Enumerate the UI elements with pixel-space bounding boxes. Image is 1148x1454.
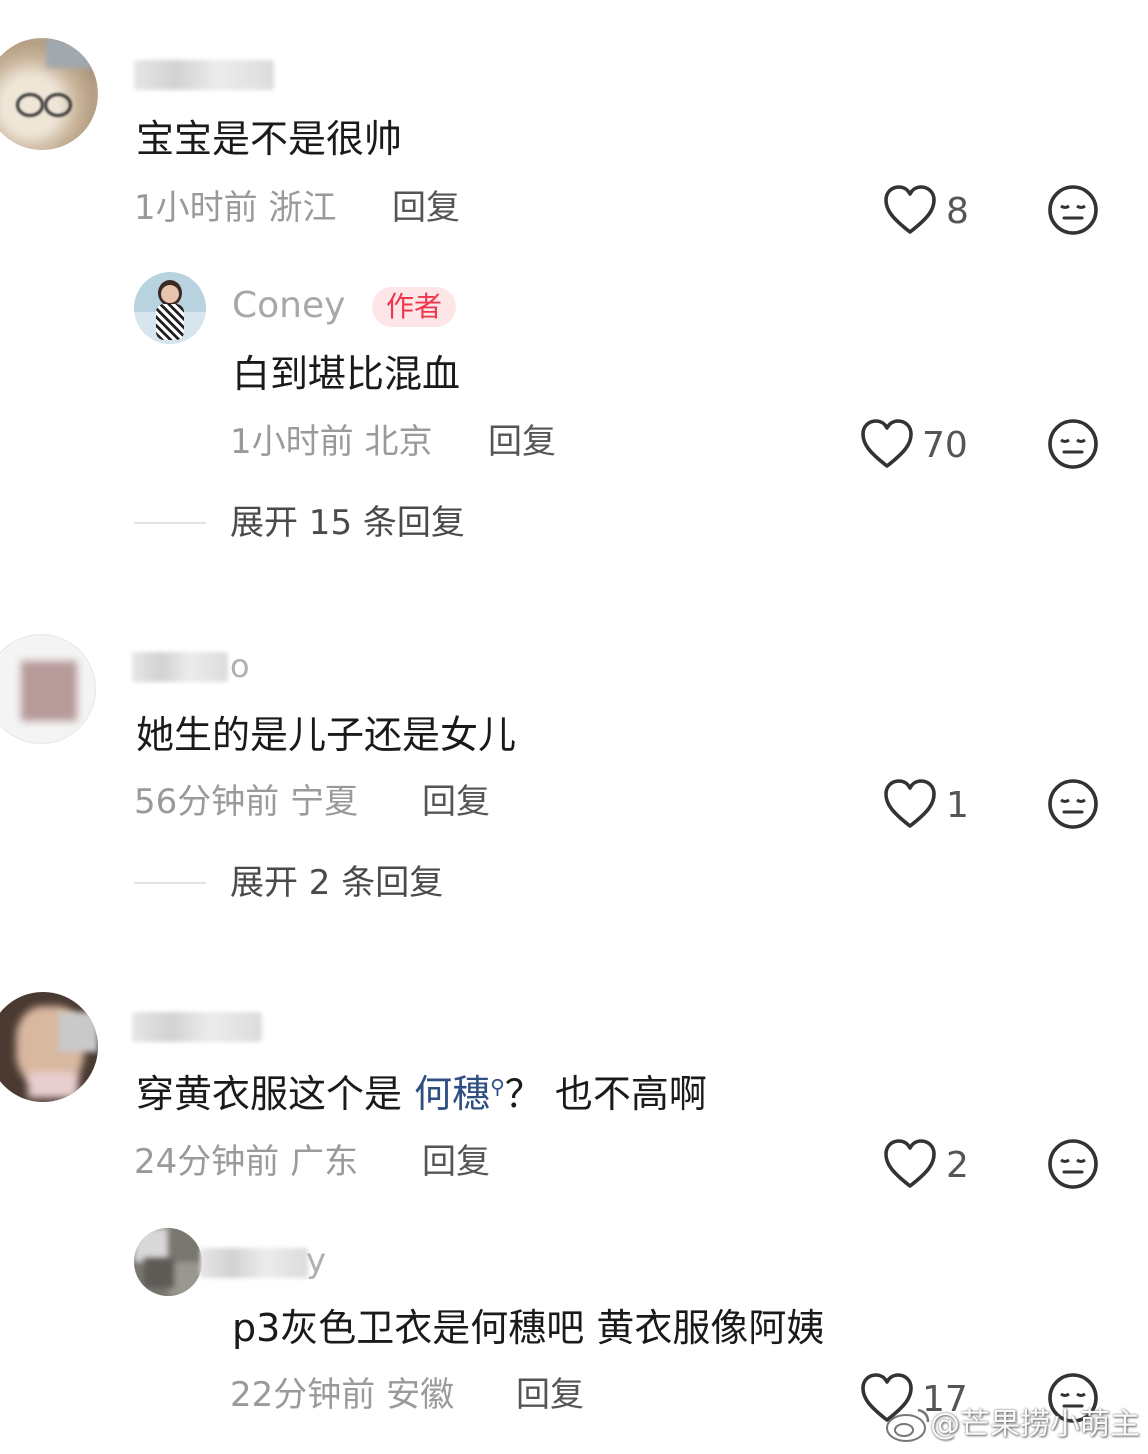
username-suffix: o [230, 647, 250, 685]
comment-text: 她生的是儿子还是女儿 [136, 713, 517, 757]
author-badge: 作者 [372, 287, 457, 327]
reply-text: p3灰色卫衣是何穗吧 黄衣服像阿姨 [232, 1306, 825, 1350]
comment-text: 穿黄衣服这个是 何穗⚲？ 也不高啊 [136, 1075, 707, 1113]
author-name[interactable]: Coney [232, 288, 345, 324]
heart-icon[interactable] [882, 778, 938, 830]
like-count: 8 [946, 191, 969, 232]
comment-time: 1小时前 浙江 [134, 191, 336, 225]
expand-replies-button[interactable]: 展开 2 条回复 [230, 866, 443, 900]
location-text: 宁夏 [290, 782, 359, 822]
location-text: 广东 [290, 1142, 359, 1182]
divider [134, 882, 206, 884]
location-text: 浙江 [268, 188, 337, 228]
like-count: 2 [946, 1145, 969, 1186]
username-blurred[interactable] [132, 1012, 262, 1042]
location-text: 北京 [364, 422, 433, 462]
avatar[interactable] [134, 1228, 202, 1296]
avatar[interactable] [0, 634, 96, 744]
reply-button[interactable]: 回复 [422, 785, 490, 819]
time-text: 24分钟前 [134, 1142, 280, 1182]
username-suffix: y [306, 1241, 327, 1281]
heart-icon[interactable] [882, 1138, 938, 1190]
reply-text: 白到堪比混血 [232, 352, 461, 396]
avatar[interactable] [0, 38, 98, 150]
heart-icon[interactable] [882, 184, 938, 236]
dislike-face-icon[interactable] [1047, 418, 1099, 470]
dislike-face-icon[interactable] [1047, 184, 1099, 236]
heart-icon[interactable] [859, 418, 915, 470]
username-blurred[interactable] [134, 60, 274, 90]
username-blurred[interactable] [132, 652, 228, 682]
time-text: 1小时前 [134, 188, 258, 228]
weibo-logo-icon [886, 1408, 930, 1442]
dislike-face-icon[interactable] [1047, 778, 1099, 830]
text-part: 穿黄衣服这个是 [136, 1072, 415, 1116]
comment-time: 24分钟前 广东 [134, 1145, 358, 1179]
comment-text: 宝宝是不是很帅 [136, 117, 403, 161]
comment-time: 56分钟前 宁夏 [134, 785, 358, 819]
location-text: 安徽 [386, 1375, 455, 1415]
reply-time: 22分钟前 安徽 [230, 1378, 454, 1412]
like-count: 70 [922, 425, 968, 466]
time-text: 56分钟前 [134, 782, 280, 822]
author-avatar[interactable] [134, 272, 206, 344]
reply-button[interactable]: 回复 [488, 425, 556, 459]
reply-button[interactable]: 回复 [392, 191, 460, 225]
divider [134, 522, 206, 524]
dislike-face-icon[interactable] [1047, 1138, 1099, 1190]
reply-button[interactable]: 回复 [422, 1145, 490, 1179]
search-link[interactable]: 何穗 [414, 1072, 490, 1116]
like-count: 1 [946, 785, 969, 826]
reply-button[interactable]: 回复 [516, 1378, 584, 1412]
avatar[interactable] [0, 992, 98, 1102]
username-blurred[interactable] [200, 1248, 308, 1278]
search-icon[interactable]: ⚲ [490, 1074, 505, 1098]
text-part: ？ 也不高啊 [504, 1072, 707, 1116]
time-text: 22分钟前 [230, 1375, 376, 1415]
expand-replies-button[interactable]: 展开 15 条回复 [230, 506, 465, 540]
reply-time: 1小时前 北京 [230, 425, 432, 459]
time-text: 1小时前 [230, 422, 354, 462]
watermark: @芒果捞小萌主 [930, 1407, 1140, 1442]
